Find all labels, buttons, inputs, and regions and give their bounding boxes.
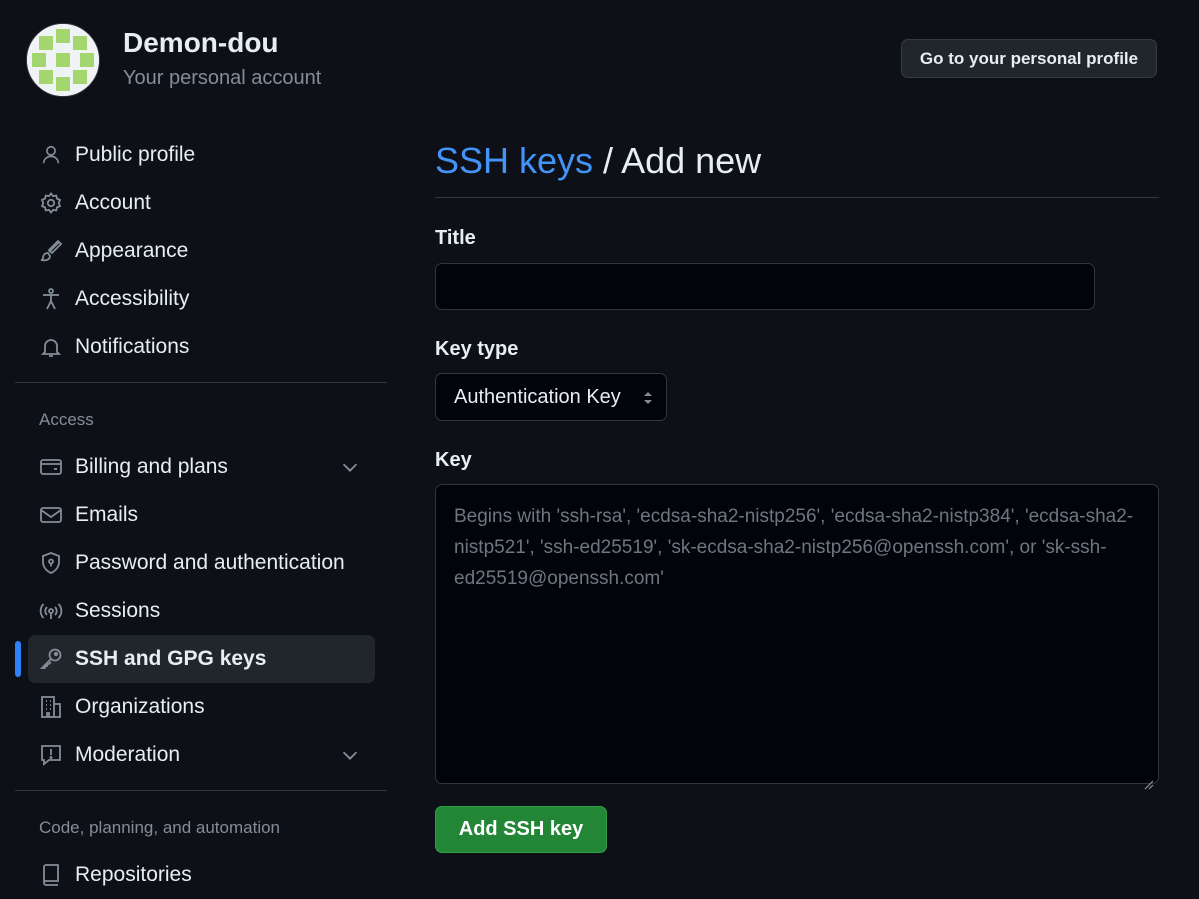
sidebar-section-code: Code, planning, and automation [39,818,281,837]
broadcast-icon [38,598,64,624]
sidebar-item-label: Sessions [75,599,161,622]
sidebar-item-label: Repositories [75,863,192,886]
chevron-down-icon[interactable] [339,744,361,766]
sidebar-item-emails[interactable]: Emails [28,491,375,539]
sidebar-divider [15,790,387,791]
title-divider [435,197,1159,198]
select-arrows-icon [642,388,654,408]
account-name: Demon-dou [123,27,279,58]
key-type-value: Authentication Key [454,385,621,408]
sidebar-item-label: Moderation [75,743,181,766]
sidebar-item-password-authentication[interactable]: Password and authentication [28,539,375,587]
sidebar-item-account[interactable]: Account [28,179,375,227]
sidebar-item-label: Account [75,191,151,214]
sidebar-item-label: SSH and GPG keys [75,647,267,670]
key-type-select[interactable]: Authentication Key [435,373,667,421]
mail-icon [38,502,64,528]
report-icon [38,742,64,768]
accessibility-icon [38,286,64,312]
sidebar-item-label: Password and authentication [75,551,345,574]
sidebar-item-label: Organizations [75,695,205,718]
chevron-down-icon[interactable] [339,456,361,478]
credit-card-icon [38,454,64,480]
key-type-label: Key type [435,338,519,360]
sidebar-item-sessions[interactable]: Sessions [28,587,375,635]
sidebar-item-label: Appearance [75,239,189,262]
shield-lock-icon [38,550,64,576]
bell-icon [38,334,64,360]
add-ssh-key-button[interactable]: Add SSH key [435,806,607,853]
sidebar-item-label: Billing and plans [75,455,228,478]
title-input[interactable] [435,263,1095,310]
sidebar-divider [15,382,387,383]
paintbrush-icon [38,238,64,264]
sidebar-item-billing[interactable]: Billing and plans [28,443,375,491]
breadcrumb-current: Add new [621,140,762,181]
resize-handle-icon[interactable] [1144,769,1154,790]
repo-icon [38,862,64,888]
sidebar-item-moderation[interactable]: Moderation [28,731,375,779]
breadcrumb-separator: / [593,140,622,181]
sidebar-item-notifications[interactable]: Notifications [28,323,375,371]
sidebar-item-repositories[interactable]: Repositories [28,851,375,899]
go-to-profile-button[interactable]: Go to your personal profile [901,39,1157,78]
avatar[interactable] [26,23,100,97]
account-subtitle: Your personal account [123,67,322,89]
gear-icon [38,190,64,216]
sidebar-item-label: Accessibility [75,287,190,310]
settings-header: Demon-dou Your personal account Go to yo… [0,0,1199,110]
breadcrumb-ssh-keys-link[interactable]: SSH keys [435,140,593,181]
key-icon [38,646,64,672]
sidebar-item-public-profile[interactable]: Public profile [28,131,375,179]
sidebar-item-label: Notifications [75,335,190,358]
key-textarea[interactable]: Begins with 'ssh-rsa', 'ecdsa-sha2-nistp… [435,484,1159,790]
active-indicator [15,641,21,677]
sidebar-section-access: Access [39,410,94,429]
sidebar-item-label: Emails [75,503,139,526]
page-title: SSH keys / Add new [435,140,761,182]
title-label: Title [435,227,476,249]
sidebar-item-ssh-gpg-keys[interactable]: SSH and GPG keys [28,635,375,683]
organization-icon [38,694,64,720]
person-icon [38,142,64,168]
sidebar-item-appearance[interactable]: Appearance [28,227,375,275]
sidebar-item-organizations[interactable]: Organizations [28,683,375,731]
sidebar-item-accessibility[interactable]: Accessibility [28,275,375,323]
sidebar-item-label: Public profile [75,143,196,166]
key-placeholder: Begins with 'ssh-rsa', 'ecdsa-sha2-nistp… [454,506,1134,589]
key-label: Key [435,449,472,471]
